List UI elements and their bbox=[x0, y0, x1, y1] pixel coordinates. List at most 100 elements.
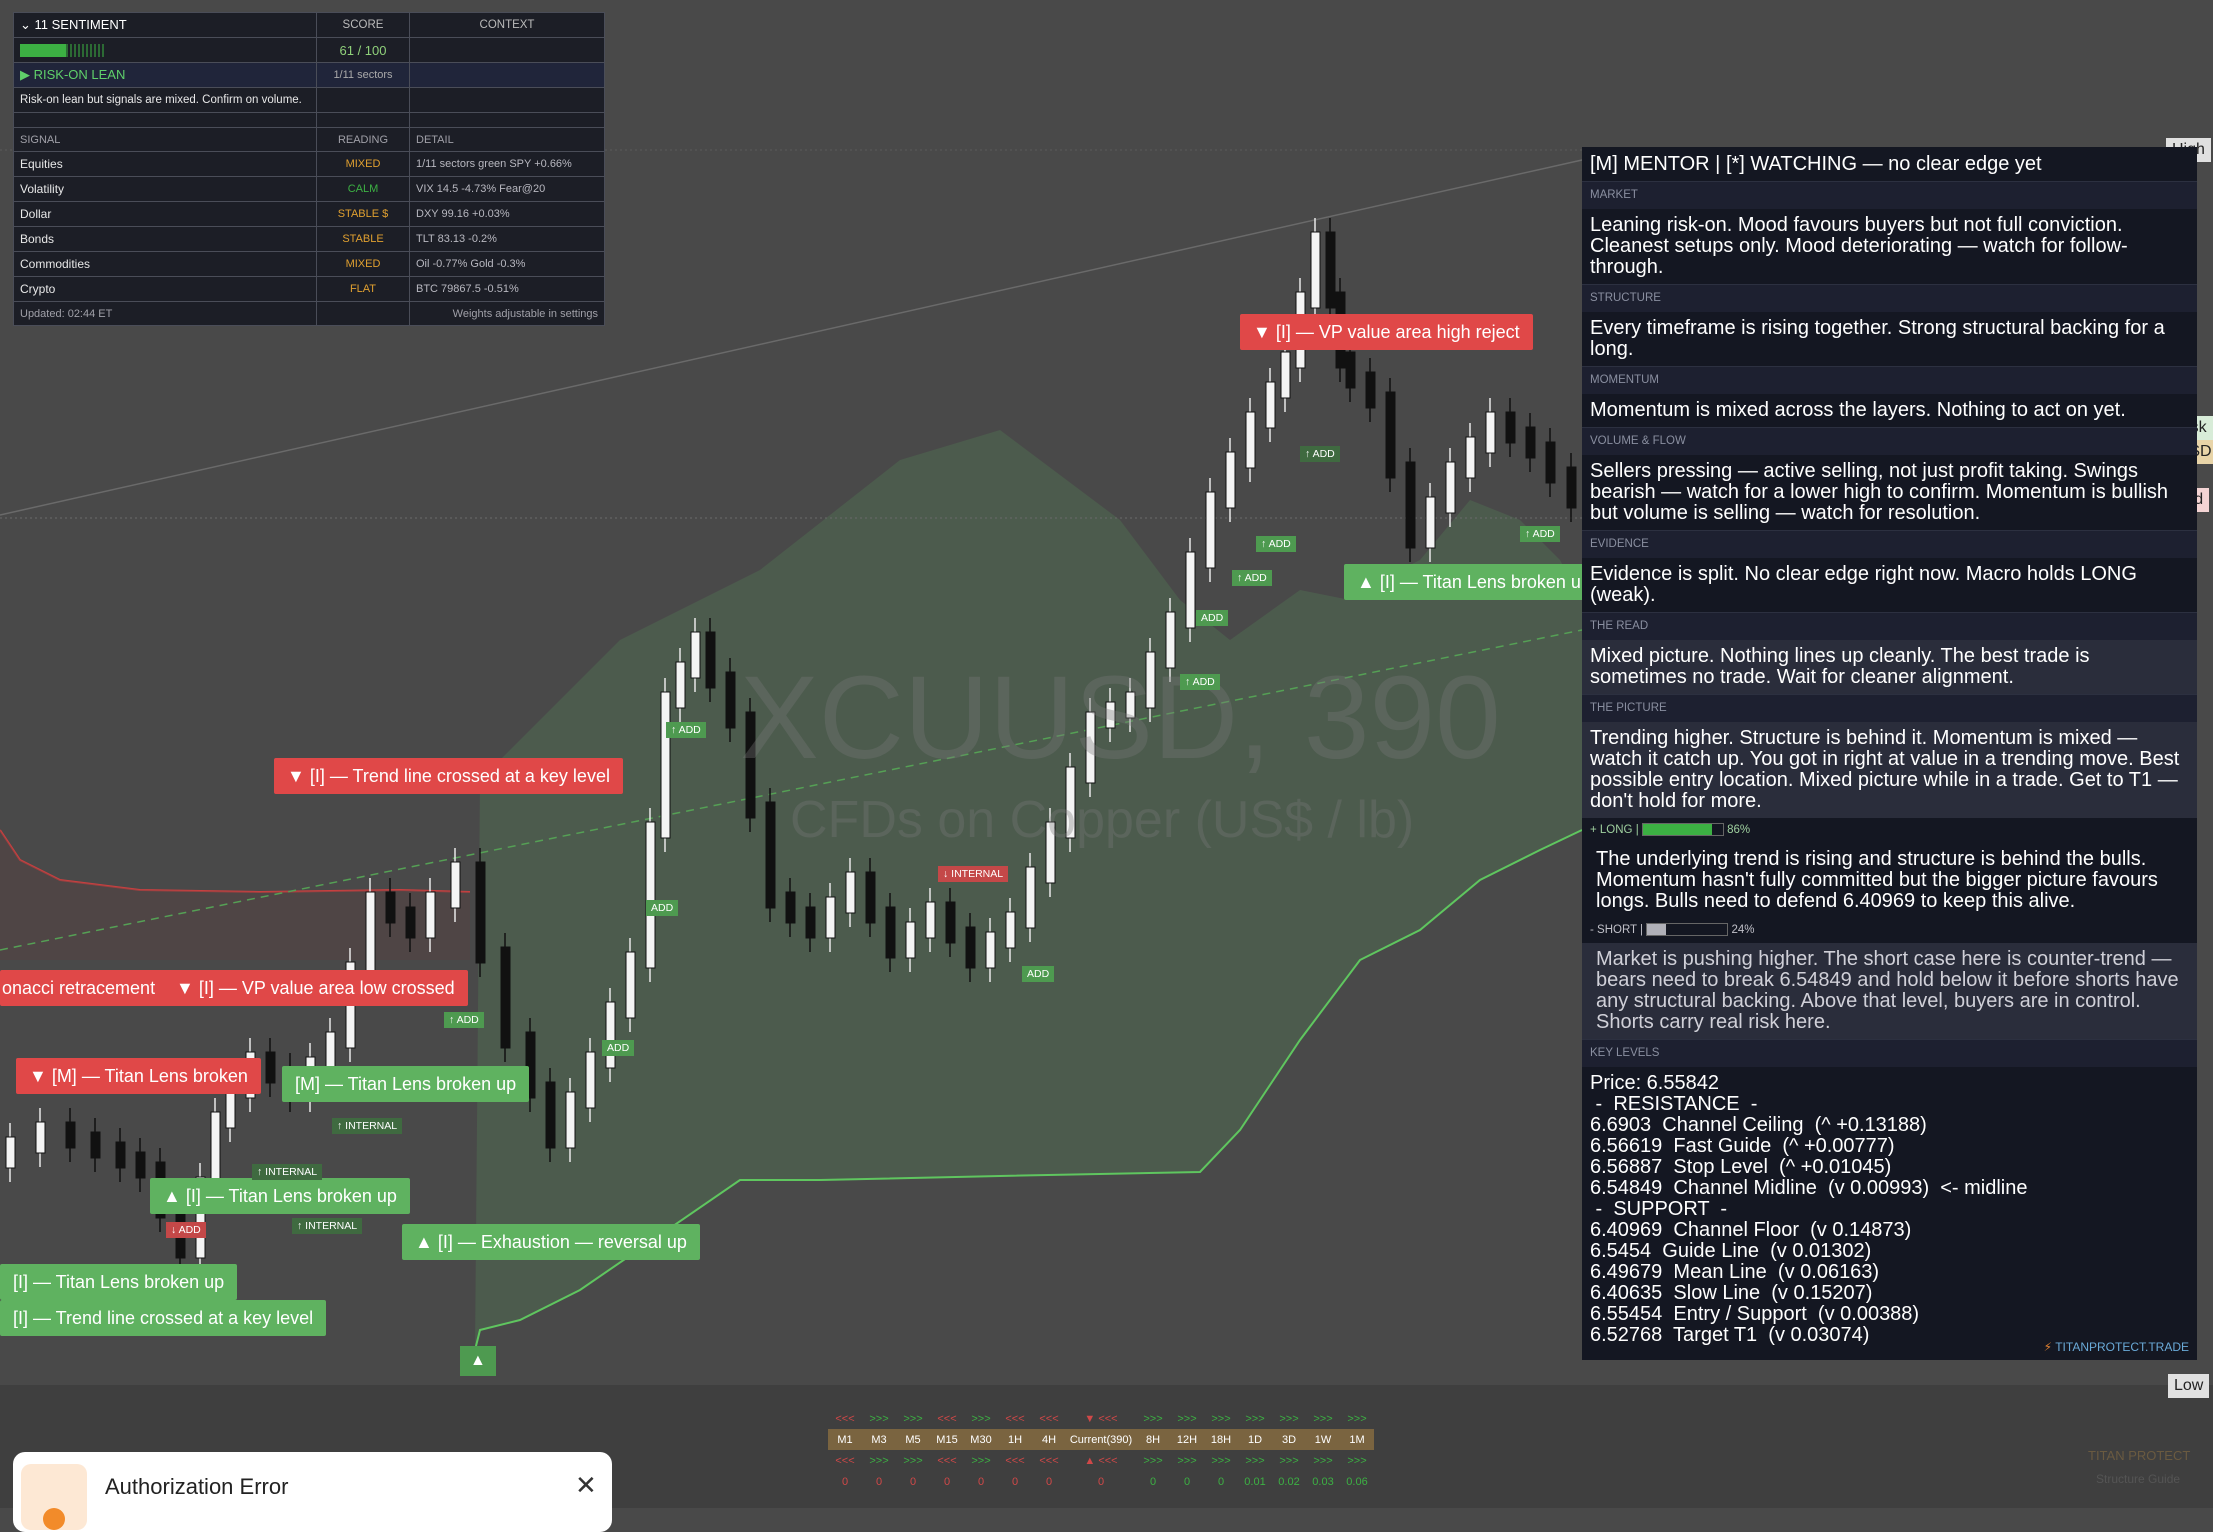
signal-detail: Oil -0.77% Gold -0.3% bbox=[409, 251, 605, 277]
auth-error-toast: Authorization Error ✕ bbox=[13, 1452, 612, 1532]
candle-body bbox=[1225, 451, 1236, 509]
sentiment-row: Commodities MIXED Oil -0.77% Gold -0.3% bbox=[13, 251, 605, 277]
candle-body bbox=[805, 906, 816, 939]
candle-body bbox=[1445, 461, 1456, 514]
signal-reading: STABLE $ bbox=[316, 201, 410, 227]
picture-text: Trending higher. Structure is behind it.… bbox=[1582, 722, 2197, 818]
section-label: MOMENTUM bbox=[1582, 366, 2197, 394]
frames-cell: M3 bbox=[871, 1433, 887, 1446]
candle-body bbox=[1025, 866, 1036, 929]
key-level-line: - SUPPORT - bbox=[1590, 1198, 1728, 1220]
signal-label: ▼ [M] — Titan Lens broken bbox=[16, 1058, 261, 1094]
add-tag: ↑ ADD bbox=[1520, 526, 1560, 542]
sentiment-badge: 11 bbox=[34, 17, 49, 32]
candle-body bbox=[925, 901, 936, 939]
symbol-watermark: XCUUSD, 390 bbox=[740, 652, 1501, 784]
sentiment-title: SENTIMENT bbox=[51, 17, 127, 32]
signal-label: ▲ [I] — Titan Lens broken up bbox=[1344, 564, 1604, 600]
section-label: VOLUME & FLOW bbox=[1582, 427, 2197, 455]
signal-detail: BTC 79867.5 -0.51% bbox=[409, 276, 605, 302]
context-header: CONTEXT bbox=[409, 12, 605, 38]
candle-body bbox=[1245, 411, 1256, 469]
signal-detail: DXY 99.16 +0.03% bbox=[409, 201, 605, 227]
values-cell: 0 bbox=[1097, 1475, 1105, 1488]
frames-cell: 12H bbox=[1176, 1433, 1198, 1446]
candle-body bbox=[675, 661, 686, 709]
candle-body bbox=[605, 1001, 616, 1069]
frames-cell: 1M bbox=[1349, 1433, 1365, 1446]
values-cell: 0 bbox=[1149, 1475, 1157, 1488]
bottom-cell: <<< bbox=[835, 1454, 855, 1467]
frames-cell: 1H bbox=[1007, 1433, 1023, 1446]
key-level-line: 6.49679 Mean Line (v 0.06163) bbox=[1590, 1261, 1880, 1283]
auth-error-title: Authorization Error bbox=[105, 1474, 289, 1499]
bottom-cell: >>> bbox=[869, 1454, 889, 1467]
add-tag: ↑ ADD bbox=[1256, 536, 1296, 552]
short-text: Market is pushing higher. The short case… bbox=[1582, 943, 2197, 1039]
lean-label: ▶ RISK-ON LEAN bbox=[13, 62, 317, 88]
mentor-title: [M] MENTOR | [*] WATCHING — no clear edg… bbox=[1590, 153, 2042, 175]
brand-link[interactable]: ⚡ TITANPROTECT.TRADE bbox=[2044, 1337, 2189, 1358]
bottom-cell: >>> bbox=[1177, 1454, 1197, 1467]
top-cell: >>> bbox=[1177, 1412, 1197, 1425]
bottom-cell: >>> bbox=[971, 1454, 991, 1467]
collapse-chevron-icon[interactable]: ⌄ bbox=[20, 17, 35, 32]
candle-body bbox=[1525, 426, 1536, 459]
volume-text: Sellers pressing — active selling, not j… bbox=[1590, 460, 2169, 524]
key-level-line: 6.54849 Channel Midline (v 0.00993) <- m… bbox=[1590, 1177, 2028, 1199]
lean-sectors: 1/11 sectors bbox=[316, 62, 410, 88]
momentum-text: Momentum is mixed across the layers. Not… bbox=[1590, 399, 2126, 421]
candle-body bbox=[1425, 496, 1436, 549]
score-bar bbox=[13, 37, 317, 63]
score-value: 61 / 100 bbox=[316, 37, 410, 63]
sentiment-row: Bonds STABLE TLT 83.13 -0.2% bbox=[13, 226, 605, 252]
candle-body bbox=[1365, 371, 1376, 409]
bottom-cell: >>> bbox=[1245, 1454, 1265, 1467]
values-cell: 0 bbox=[875, 1475, 883, 1488]
sentiment-row: Volatility CALM VIX 14.5 -4.73% Fear@20 bbox=[13, 176, 605, 202]
low-tag: Low bbox=[2168, 1374, 2210, 1398]
add-tag: ADD bbox=[1196, 610, 1229, 626]
candle-body bbox=[765, 801, 776, 909]
top-cell: >>> bbox=[1211, 1412, 1231, 1425]
candle-body bbox=[1005, 911, 1016, 949]
values-cell: 0 bbox=[943, 1475, 951, 1488]
bottom-cell: <<< bbox=[937, 1454, 957, 1467]
frames-cell: M5 bbox=[905, 1433, 921, 1446]
key-level-line: 6.6903 Channel Ceiling (^ +0.13188) bbox=[1590, 1114, 1927, 1136]
section-label: KEY LEVELS bbox=[1582, 1039, 2197, 1067]
sentiment-table: ⌄ 11 SENTIMENT SCORE CONTEXT 61 / 100 ▶ … bbox=[13, 12, 605, 326]
key-levels: Price: 6.55842 - RESISTANCE -6.6903 Chan… bbox=[1582, 1067, 2197, 1352]
key-level-line: 6.40635 Slow Line (v 0.15207) bbox=[1590, 1282, 1873, 1304]
bottom-cell: <<< bbox=[1039, 1454, 1059, 1467]
score-header: SCORE bbox=[316, 12, 410, 38]
values-cell: 0 bbox=[1183, 1475, 1191, 1488]
values-cell: 0 bbox=[909, 1475, 917, 1488]
values-cell: 0 bbox=[977, 1475, 985, 1488]
frames-cell: 18H bbox=[1210, 1433, 1232, 1446]
candle-body bbox=[90, 1131, 101, 1159]
internal-tag: ↑ INTERNAL bbox=[332, 1118, 403, 1134]
internal-tag: ↑ INTERNAL bbox=[292, 1218, 363, 1234]
candle-body bbox=[845, 871, 856, 914]
bottom-cell: >>> bbox=[1279, 1454, 1299, 1467]
frames-cell: M30 bbox=[970, 1433, 992, 1446]
section-label: EVIDENCE bbox=[1582, 530, 2197, 558]
evidence-text: Evidence is split. No clear edge right n… bbox=[1590, 563, 2137, 606]
top-cell: >>> bbox=[1313, 1412, 1333, 1425]
signal-name: Equities bbox=[13, 151, 317, 177]
close-icon[interactable]: ✕ bbox=[575, 1470, 597, 1501]
candle-body bbox=[1566, 466, 1577, 509]
candle-body bbox=[1280, 351, 1291, 399]
frames-cell: 1D bbox=[1247, 1433, 1263, 1446]
signal-name: Commodities bbox=[13, 251, 317, 277]
sentiment-row: Equities MIXED 1/11 sectors green SPY +0.6… bbox=[13, 151, 605, 177]
values-cell: 0.06 bbox=[1346, 1475, 1368, 1488]
bottom-cell: >>> bbox=[1313, 1454, 1333, 1467]
timeframe-strip: <<< >>> >>> <<< >>> <<< <<< ▼ <<< >>> >>> >>> >>> >>… bbox=[828, 1408, 1374, 1492]
signal-label: [I] — Trend line crossed at a key level bbox=[0, 1300, 327, 1336]
frames-cell: Current(390) bbox=[1069, 1433, 1133, 1446]
candle-body bbox=[660, 691, 671, 839]
top-cell: >>> bbox=[869, 1412, 889, 1425]
add-tag: ↑ ADD bbox=[1300, 446, 1340, 462]
